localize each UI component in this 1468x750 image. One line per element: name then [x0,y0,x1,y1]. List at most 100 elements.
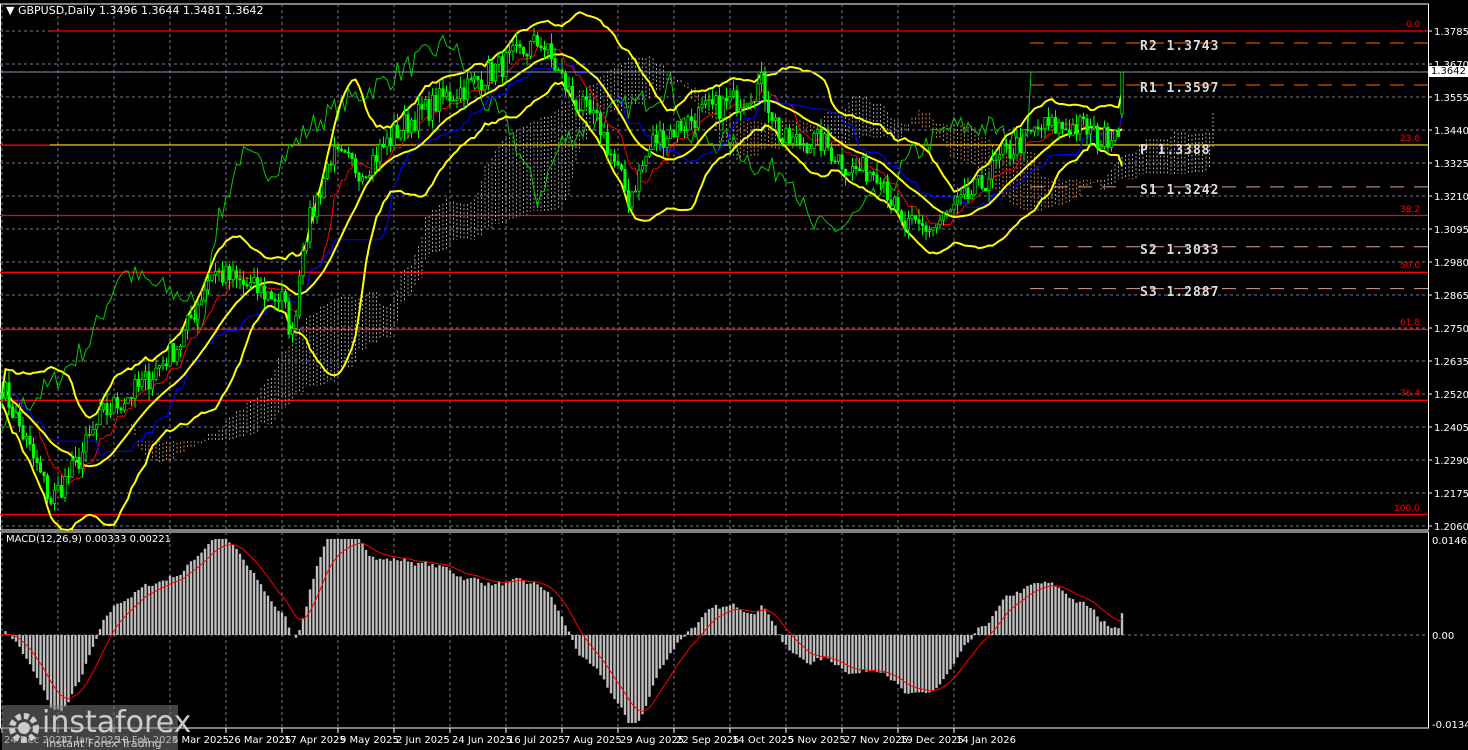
candle-body [378,144,382,162]
candle-body [353,158,358,174]
fib-level-label: 0.0 [1406,20,1421,30]
candle-body [437,88,442,112]
candle-body [136,378,141,387]
candle-body [959,194,963,198]
candle-body [651,134,655,150]
candle-body [301,250,305,277]
candle-body [924,225,928,232]
candle-body [420,104,424,110]
candle-body [626,190,631,208]
date-axis-label: 14 Oct 2025 [732,735,794,746]
candle-body [693,120,697,129]
candle-body [952,203,956,211]
candle-body [752,101,757,103]
candle-body [591,109,596,114]
candle-body [896,197,900,212]
candle-body [854,166,858,170]
candle-body [360,176,365,182]
candle-body [70,460,74,478]
candle-body [885,181,890,201]
candle-body [346,151,351,154]
candle-body [1046,117,1051,126]
candle-body [686,116,690,131]
candle-body [763,72,767,102]
candle-body [1039,128,1044,130]
candle-body [689,116,694,122]
candle-body [843,168,848,176]
candle-body [980,175,984,189]
candle-body [266,291,270,300]
candle-body [248,282,253,287]
candle-body [826,133,830,148]
candle-body [325,163,330,179]
candle-body [1011,154,1016,159]
candle-body [738,107,743,113]
candle-body [1074,124,1079,135]
candle-body [413,119,417,131]
candle-body [619,164,624,170]
candle-body [430,94,435,121]
candle-body [336,146,340,150]
date-axis-label: 14 Jan 2026 [956,735,1016,746]
candle-body [1085,118,1089,135]
candle-body [829,147,834,162]
candle-body [238,277,242,281]
fib-level-label: 38.2 [1400,204,1421,215]
candle-body [1050,117,1054,126]
candle-body [31,444,36,459]
date-axis-label: 16 Jul 2025 [508,735,565,746]
candle-body [717,95,722,119]
price-axis-label: 1.2635 [1434,357,1468,368]
collapse-triangle-icon[interactable]: ▼ [6,4,14,17]
candle-body [766,101,771,114]
candle-body [217,270,221,273]
candle-body [535,35,540,47]
candle-body [28,435,32,445]
candle-body [434,94,438,112]
candle-body [444,91,449,98]
candle-body [196,304,200,320]
candle-body [469,78,473,81]
candle-body [80,451,85,469]
candle-body [577,109,582,111]
candle-body [665,138,669,148]
candle-body [560,69,564,74]
candle-body [10,406,15,418]
candle-body [1064,128,1068,131]
candle-body [1088,127,1093,135]
candle-body [150,379,155,390]
fib-level-label: 23.6 [1400,134,1421,145]
pivot-label: R2 1.3743 [1140,39,1220,55]
candle-body [252,277,256,284]
candle-body [1008,145,1012,159]
candle-body [73,456,78,461]
candle-body [192,317,197,320]
date-axis-label: 9 May 2025 [340,735,399,746]
candle-body [381,144,386,148]
candle-body [833,160,837,163]
candle-body [1067,129,1072,136]
candle-body [1078,116,1082,135]
candle-body [294,315,298,329]
candle-body [42,471,46,476]
candle-body [1015,137,1019,156]
candle-body [1102,126,1107,147]
candle-body [35,457,39,463]
candle-body [441,88,445,98]
candle-body [1029,129,1033,132]
price-axis-label: 1.2060 [1434,522,1468,533]
candle-body [836,154,841,163]
candle-body [910,215,914,219]
candle-body [598,112,603,136]
candle-body [448,91,452,102]
candle-body [623,169,627,191]
candle-body [140,379,144,387]
macd-axis-label: -0.01343 [1432,720,1468,731]
chart-canvas: 1.37851.36701.35551.34401.33251.32101.30… [0,3,1468,746]
candle-body [864,157,869,182]
candle-body [56,485,60,491]
candle-body [273,298,277,302]
candle-body [465,78,470,100]
candle-body [955,196,960,205]
candle-body [462,87,466,100]
